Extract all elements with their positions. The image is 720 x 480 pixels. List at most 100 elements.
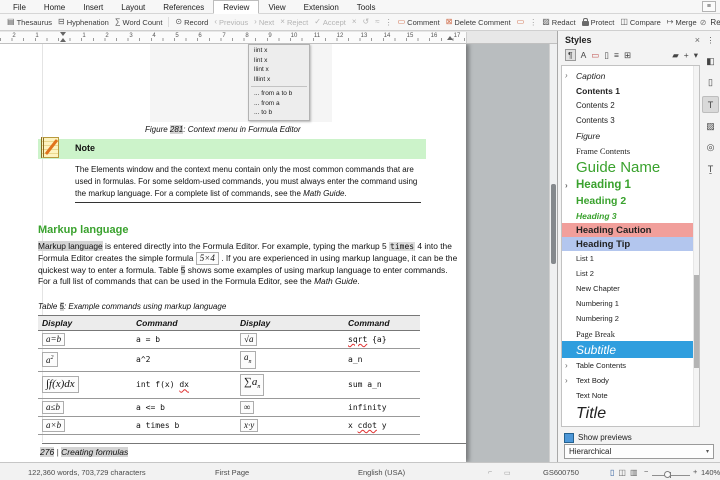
tab-extension[interactable]: Extension	[295, 0, 348, 13]
tab-tools[interactable]: Tools	[348, 0, 385, 13]
expand-icon[interactable]: ›	[565, 376, 568, 385]
tab-review[interactable]: Review	[213, 0, 260, 14]
style-item-contents-2[interactable]: Contents 2	[562, 98, 699, 113]
book-view-icon[interactable]: ▥	[630, 468, 638, 477]
inspector-deck-icon[interactable]: Ṯ	[703, 161, 718, 176]
toolbar-overflow-icon[interactable]: ⋮	[385, 18, 393, 27]
right-indent-marker[interactable]	[447, 36, 453, 40]
compare-button[interactable]: ◫ Compare	[617, 17, 663, 28]
styles-deck-icon[interactable]: T	[702, 96, 719, 113]
reject-change-button[interactable]: × Reject	[277, 17, 311, 28]
comment-extra-button[interactable]: ▭	[514, 17, 528, 27]
style-item-heading-caution[interactable]: Heading Caution	[562, 223, 699, 237]
review-dropdown[interactable]: Review ▾	[710, 18, 720, 27]
vertical-scrollbar[interactable]	[549, 44, 557, 462]
navigator-deck-icon[interactable]: ◎	[703, 140, 718, 155]
style-item-guide-name[interactable]: Guide Name	[562, 158, 699, 177]
next-change-button[interactable]: › Next	[251, 17, 277, 28]
document-page[interactable]: iint x lint x llint x lllint x ... from a to…	[0, 44, 466, 462]
toolbar-overflow-icon[interactable]: ⋮	[529, 18, 537, 27]
protect-button[interactable]: Protect	[579, 17, 618, 28]
multi-page-view-icon[interactable]: ◫	[618, 468, 626, 477]
expand-icon[interactable]: ›	[565, 71, 568, 80]
document-modified-icon[interactable]: ▭	[504, 469, 511, 477]
style-item-heading-2[interactable]: Heading 2	[562, 193, 699, 208]
fill-format-mode-icon[interactable]: ▰	[672, 50, 679, 61]
comment-button[interactable]: ▭ Comment	[395, 17, 443, 28]
style-item-contents-1[interactable]: Contents 1	[562, 83, 699, 98]
gallery-deck-icon[interactable]: ▨	[703, 119, 718, 134]
new-style-icon[interactable]: +	[684, 50, 689, 60]
style-item-contents-3[interactable]: Contents 3	[562, 113, 699, 128]
undo-change-button[interactable]: ↺	[360, 17, 373, 27]
show-changes-button[interactable]: ≈	[372, 17, 382, 27]
style-item-numbering-2[interactable]: Numbering 2	[562, 311, 699, 326]
paragraph-styles-icon[interactable]: ¶	[565, 49, 576, 61]
style-item-caption[interactable]: › Caption	[562, 68, 699, 83]
style-item-figure[interactable]: Figure	[562, 128, 699, 143]
styles-list-scrollbar[interactable]	[693, 66, 699, 426]
accept-change-button[interactable]: ✓ Accept	[311, 17, 349, 28]
left-indent-marker[interactable]	[60, 38, 66, 42]
word-count-status[interactable]: 122,360 words, 703,729 characters	[28, 468, 146, 477]
thesaurus-button[interactable]: ▤ Thesaurus	[4, 17, 55, 28]
show-previews-checkbox[interactable]	[564, 432, 574, 443]
character-styles-icon[interactable]: A	[581, 50, 587, 60]
style-item-subtitle[interactable]: Subtitle	[562, 341, 699, 358]
style-item-heading-tip[interactable]: Heading Tip	[562, 237, 699, 251]
style-actions-icon[interactable]: ▾	[694, 50, 698, 61]
record-changes-button[interactable]: ⊙ Record	[172, 17, 211, 28]
style-item-text-note[interactable]: Text Note	[562, 388, 699, 403]
redact-button[interactable]: ▨ Redact	[539, 17, 578, 28]
tab-layout[interactable]: Layout	[112, 0, 154, 13]
style-item-list-2[interactable]: List 2	[562, 266, 699, 281]
style-item-table-contents[interactable]: › Table Contents	[562, 358, 699, 373]
table-styles-icon[interactable]: ⊞	[624, 50, 631, 61]
merge-button[interactable]: ↦ Merge	[664, 17, 700, 28]
tab-file[interactable]: File	[4, 0, 35, 13]
properties-deck-icon[interactable]: ◧	[703, 54, 718, 69]
horizontal-ruler[interactable]: 2 1 1 2 3 4 5 6 7 8 9 10 11 12 13 14 15 16 17	[0, 31, 557, 44]
tab-references[interactable]: References	[154, 0, 213, 13]
style-filter-select[interactable]: Hierarchical ▾	[564, 444, 714, 459]
style-item-list-1[interactable]: List 1	[562, 251, 699, 266]
zoom-slider-track[interactable]	[652, 475, 690, 476]
delete-comment-button[interactable]: ⊠ Delete Comment	[443, 17, 514, 28]
zoom-slider-thumb[interactable]	[664, 471, 671, 478]
reject-all-button[interactable]: ×	[349, 17, 360, 27]
page-deck-icon[interactable]: ▯	[703, 75, 718, 90]
selection-mode-icon[interactable]: ⌐	[488, 469, 492, 476]
expand-icon[interactable]: ›	[565, 361, 568, 370]
style-item-heading-3[interactable]: Heading 3	[562, 208, 699, 223]
page-styles-icon[interactable]: ▯	[604, 50, 609, 61]
first-line-indent-marker[interactable]	[60, 32, 66, 36]
tab-view[interactable]: View	[259, 0, 294, 13]
style-item-page-break[interactable]: Page Break	[562, 326, 699, 341]
style-item-text-body[interactable]: › Text Body	[562, 373, 699, 388]
styles-list-scrollbar-thumb[interactable]	[694, 274, 699, 369]
close-icon[interactable]: ×	[695, 35, 700, 45]
page-style-status[interactable]: First Page	[215, 468, 249, 477]
previous-change-button[interactable]: ‹ Previous	[211, 17, 251, 28]
style-item-numbering-1[interactable]: Numbering 1	[562, 296, 699, 311]
expand-icon[interactable]: ›	[565, 181, 568, 190]
hyphenation-button[interactable]: ⊟ Hyphenation	[55, 17, 112, 28]
frame-styles-icon[interactable]: ▭	[591, 50, 599, 61]
doc-info-status[interactable]: GS600750	[543, 468, 579, 477]
zoom-percent[interactable]: 140%	[701, 468, 720, 477]
language-status[interactable]: English (USA)	[358, 468, 405, 477]
style-item-title[interactable]: Title	[562, 403, 699, 424]
style-item-new-chapter[interactable]: New Chapter	[562, 281, 699, 296]
word-count-button[interactable]: ∑ Word Count	[112, 17, 166, 28]
track-changes-menu-icon[interactable]: ⊘	[700, 18, 707, 27]
sidebar-menu-icon[interactable]: ⋮	[703, 33, 718, 48]
zoom-out-button[interactable]: −	[644, 467, 648, 476]
tab-insert[interactable]: Insert	[74, 0, 112, 13]
list-styles-icon[interactable]: ≡	[614, 50, 619, 60]
scrollbar-thumb[interactable]	[551, 184, 556, 264]
zoom-in-button[interactable]: +	[693, 467, 697, 476]
style-item-frame-contents[interactable]: Frame Contents	[562, 143, 699, 158]
tab-home[interactable]: Home	[35, 0, 74, 13]
style-item-heading-1[interactable]: › Heading 1	[562, 177, 699, 193]
menubar-overflow-button[interactable]: ≡	[701, 1, 716, 12]
